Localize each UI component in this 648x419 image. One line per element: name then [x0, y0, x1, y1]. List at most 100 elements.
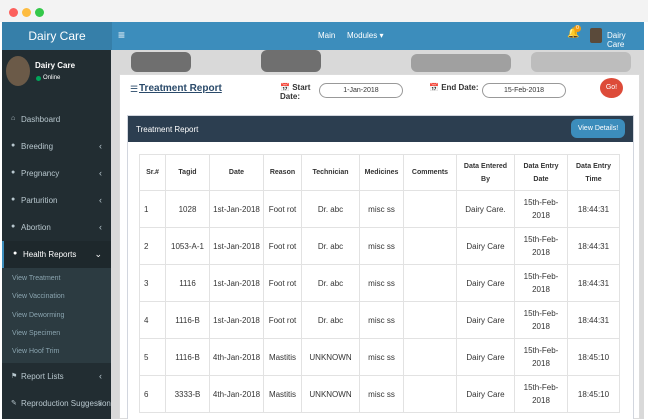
table-row: 2 1053-A-1 1st-Jan-2018 Foot rot Dr. abc misc… — [139, 227, 620, 265]
window-chrome — [0, 0, 648, 22]
table-cell: 15th-Feb-2018 — [514, 301, 568, 339]
sidebar-item-label: Pregnancy — [21, 169, 60, 178]
table-cell: Foot rot — [263, 264, 302, 302]
sidebar-item-reproduction-suggestion[interactable]: ✎ Reproduction Suggestion ‹ — [2, 390, 111, 417]
go-button[interactable]: Go! — [600, 78, 623, 98]
background-calculator-image — [261, 50, 321, 72]
sidebar-item-report-lists[interactable]: ⚑ Report Lists ‹ — [2, 363, 111, 390]
maximize-dot[interactable] — [35, 8, 44, 17]
table-cell: 1116-B — [165, 338, 210, 376]
end-date-input[interactable]: 15-Feb-2018 — [482, 83, 566, 98]
top-navbar: Dairy Care ≡ Main Modules ▾ 🔔 0 Dairy Ca… — [2, 22, 644, 50]
table-row: 1 1028 1st-Jan-2018 Foot rot Dr. abc misc ss D… — [139, 190, 620, 228]
table-cell: 3333-B — [165, 375, 210, 413]
sidebar-item-label: Parturition — [21, 196, 58, 205]
table-cell: Dr. abc — [301, 227, 360, 265]
brand-logo[interactable]: Dairy Care — [2, 22, 112, 50]
circle-icon: ● — [11, 196, 16, 203]
report-box: Treatment Report View Details! Sr.# Tagi… — [127, 115, 634, 419]
col-header: Medicines — [359, 154, 404, 191]
col-header: Data Entry Date — [514, 154, 568, 191]
sidebar-item-label: Report Lists — [21, 372, 64, 381]
table-cell: 4th-Jan-2018 — [209, 338, 264, 376]
col-header: Tagid — [165, 154, 210, 191]
close-dot[interactable] — [9, 8, 18, 17]
online-status-icon — [36, 76, 41, 81]
table-cell — [403, 338, 457, 376]
start-date-input[interactable]: 1-Jan-2018 — [319, 83, 403, 98]
end-date-label-text: End Date: — [441, 83, 479, 92]
circle-icon: ● — [13, 250, 18, 257]
table-cell: Dairy Care — [456, 301, 515, 339]
table-cell: 1116 — [165, 264, 210, 302]
sidebar-item-breeding[interactable]: ● Breeding ‹ — [2, 133, 111, 160]
start-date-label-text: Start Date: — [280, 83, 311, 101]
circle-icon: ● — [11, 223, 16, 230]
nav-modules-dropdown[interactable]: Modules ▾ — [347, 31, 383, 40]
submenu-view-treatment[interactable]: View Treatment — [12, 275, 61, 282]
table-cell: Dr. abc — [301, 190, 360, 228]
start-date-label: 📅 Start Date: — [280, 83, 311, 101]
table-cell: Dairy Care — [456, 338, 515, 376]
table-row: 6 3333-B 4th-Jan-2018 Mastitis UNKNOWN misc s… — [139, 375, 620, 413]
user-menu[interactable]: Dairy Care — [607, 31, 644, 49]
table-cell: 15th-Feb-2018 — [514, 227, 568, 265]
table-cell — [403, 375, 457, 413]
background-calculator-image — [131, 52, 191, 72]
table-cell: 15th-Feb-2018 — [514, 264, 568, 302]
treatment-table: Sr.# Tagid Date Reason Technician Medici… — [139, 154, 620, 413]
page-title[interactable]: Treatment Report — [139, 83, 222, 94]
sidebar-item-dashboard[interactable]: ⌂ Dashboard — [2, 106, 111, 133]
table-cell: Dairy Care. — [456, 190, 515, 228]
chevron-down-icon: ⌄ — [94, 249, 102, 259]
table-row: 4 1116-B 1st-Jan-2018 Foot rot Dr. abc misc s… — [139, 301, 620, 339]
sidebar-item-pregnancy[interactable]: ● Pregnancy ‹ — [2, 160, 111, 187]
dashboard-icon: ⌂ — [11, 115, 16, 122]
sidebar-item-health-reports[interactable]: ● Health Reports ⌄ — [2, 241, 111, 268]
table-cell: Foot rot — [263, 301, 302, 339]
table-cell: 18:44:31 — [567, 190, 620, 228]
menu-toggle-icon[interactable]: ≡ — [118, 28, 125, 42]
table-cell: 15th-Feb-2018 — [514, 338, 568, 376]
table-cell: 18:45:10 — [567, 375, 620, 413]
flag-icon: ⚑ — [11, 373, 18, 380]
user-avatar[interactable] — [590, 28, 602, 43]
table-header-row: Sr.# Tagid Date Reason Technician Medici… — [139, 154, 620, 191]
submenu-view-specimen[interactable]: View Specimen — [12, 330, 60, 337]
box-header: Treatment Report View Details! — [128, 116, 633, 142]
sidebar: Dairy Care Online ⌂ Dashboard ● Breeding… — [2, 50, 111, 419]
table-cell — [403, 301, 457, 339]
notification-badge: 0 — [574, 25, 581, 32]
submenu-view-hoof-trim[interactable]: View Hoof Trim — [12, 348, 59, 355]
table-cell: Foot rot — [263, 190, 302, 228]
chevron-left-icon: ‹ — [99, 371, 102, 381]
view-details-button[interactable]: View Details! — [571, 119, 625, 138]
table-cell: UNKNOWN — [301, 375, 360, 413]
sidebar-item-abortion[interactable]: ● Abortion ‹ — [2, 214, 111, 241]
table-cell: 1st-Jan-2018 — [209, 190, 264, 228]
sidebar-item-label: Abortion — [21, 223, 51, 232]
chevron-left-icon: ‹ — [99, 195, 102, 205]
col-header: Date — [209, 154, 264, 191]
table-cell: Dairy Care — [456, 375, 515, 413]
sidebar-item-label: Breeding — [21, 142, 54, 151]
sidebar-item-label: Health Reports — [23, 250, 77, 259]
sidebar-item-parturition[interactable]: ● Parturition ‹ — [2, 187, 111, 214]
submenu-view-deworming[interactable]: View Deworming — [12, 312, 64, 319]
table-cell: 15th-Feb-2018 — [514, 190, 568, 228]
col-header: Comments — [403, 154, 457, 191]
table-row: 5 1116-B 4th-Jan-2018 Mastitis UNKNOWN misc s… — [139, 338, 620, 376]
submenu-view-vaccination[interactable]: View Vaccination — [12, 293, 65, 300]
chevron-left-icon: ‹ — [99, 168, 102, 178]
box-title: Treatment Report — [136, 125, 199, 134]
table-cell: 3 — [139, 264, 166, 302]
table-cell: 18:45:10 — [567, 338, 620, 376]
table-cell: 6 — [139, 375, 166, 413]
background-calculator-image — [531, 52, 631, 72]
table-cell: 4th-Jan-2018 — [209, 375, 264, 413]
health-reports-submenu: View Treatment View Vaccination View Dew… — [2, 268, 111, 363]
table-cell: UNKNOWN — [301, 338, 360, 376]
sidebar-item-label: Reproduction Suggestion — [21, 399, 111, 408]
minimize-dot[interactable] — [22, 8, 31, 17]
nav-main-link[interactable]: Main — [318, 31, 335, 40]
